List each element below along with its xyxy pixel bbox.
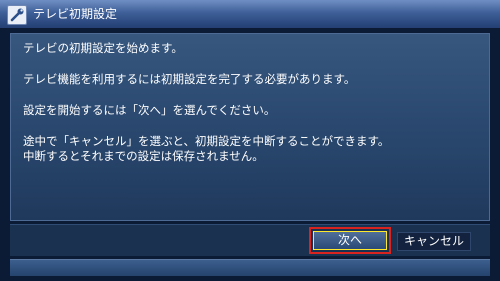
settings-tool-icon bbox=[7, 5, 27, 25]
message-paragraph: 途中で「キャンセル」を選ぶと、初期設定を中断することができます。 中断するとそれ… bbox=[23, 134, 477, 164]
bottom-status-strip bbox=[10, 259, 490, 276]
message-line: 途中で「キャンセル」を選ぶと、初期設定を中断することができます。 bbox=[23, 134, 390, 148]
message-line: テレビの初期設定を始めます。 bbox=[23, 41, 183, 55]
next-button-highlight: 次へ bbox=[309, 227, 391, 254]
message-paragraph: テレビ機能を利用するには初期設定を完了する必要があります。 bbox=[23, 72, 477, 87]
message-paragraph: テレビの初期設定を始めます。 bbox=[23, 41, 477, 56]
message-line: テレビ機能を利用するには初期設定を完了する必要があります。 bbox=[23, 72, 356, 86]
window-title: テレビ初期設定 bbox=[33, 7, 118, 21]
setup-dialog: テレビ初期設定 テレビの初期設定を始めます。 テレビ機能を利用するには初期設定を… bbox=[0, 0, 500, 281]
next-button[interactable]: 次へ bbox=[313, 231, 387, 250]
message-panel: テレビの初期設定を始めます。 テレビ機能を利用するには初期設定を完了する必要があ… bbox=[10, 33, 490, 221]
message-paragraph: 設定を開始するには「次へ」を選んでください。 bbox=[23, 103, 477, 118]
message-line: 設定を開始するには「次へ」を選んでください。 bbox=[23, 103, 276, 117]
message-line: 中断するとそれまでの設定は保存されません。 bbox=[23, 149, 264, 163]
cancel-button[interactable]: キャンセル bbox=[397, 232, 471, 251]
title-bar: テレビ初期設定 bbox=[0, 0, 500, 29]
